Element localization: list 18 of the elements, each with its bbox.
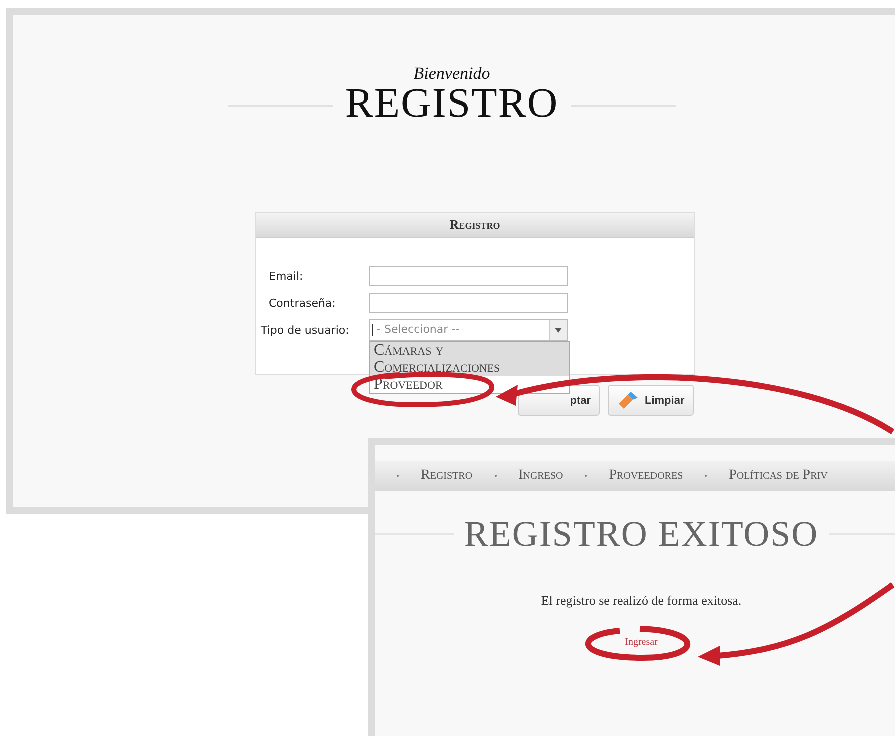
field-label: Email: [268,270,304,282]
field-label: Tipo de usuario: [260,324,350,336]
clear-button[interactable]: Limpiar [608,385,694,416]
nav-link[interactable]: Registro [421,468,473,484]
field-label: Contraseña: [268,296,337,310]
password-field[interactable] [369,293,568,313]
nav-link[interactable]: Ingreso [518,468,564,484]
login-link[interactable]: Ingresar [625,637,658,648]
form-title: Registro [450,217,500,233]
nav-link[interactable]: Proveedores [609,468,684,484]
page-subtitle: Bienvenido [414,65,490,83]
nav-link[interactable]: Políticas de Priv [729,468,828,484]
email-field[interactable] [369,266,568,286]
page-title: REGISTRO [345,83,559,125]
eraser-icon [617,392,639,410]
success-message: El registro se realizó de forma exitosa. [540,593,743,609]
dropdown-option[interactable]: Cámaras y Comercializaciones [370,342,569,376]
page-title: REGISTRO EXITOSO [464,513,819,555]
